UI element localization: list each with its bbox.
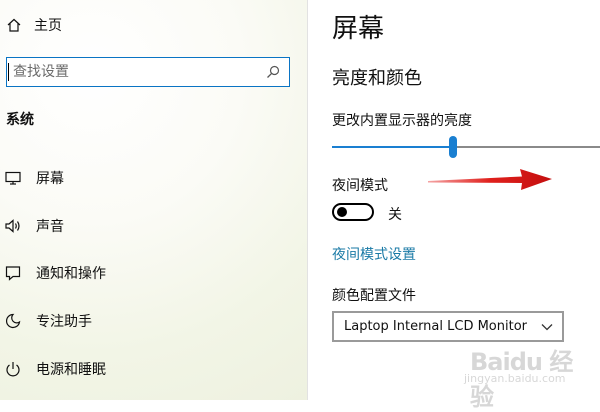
- sidebar-item-label: 通知和操作: [36, 266, 106, 282]
- brightness-slider[interactable]: [332, 136, 600, 158]
- sidebar-item-label: 专注助手: [36, 314, 92, 330]
- speaker-icon: [5, 219, 20, 233]
- sidebar-item-label: 屏幕: [36, 171, 64, 187]
- sidebar-item-display[interactable]: 屏幕: [0, 163, 300, 193]
- page-title: 屏幕: [332, 14, 385, 44]
- night-light-toggle[interactable]: [332, 203, 374, 221]
- color-profile-select[interactable]: Laptop Internal LCD Monitor: [332, 311, 564, 342]
- moon-icon: [5, 313, 21, 329]
- color-profile-value: Laptop Internal LCD Monitor: [344, 319, 528, 334]
- sidebar-item-notifications[interactable]: 通知和操作: [0, 258, 300, 288]
- notification-icon: [5, 266, 21, 281]
- settings-search-box[interactable]: [6, 57, 290, 87]
- home-label: 主页: [34, 18, 62, 34]
- color-profile-label: 颜色配置文件: [332, 288, 416, 304]
- search-input[interactable]: [7, 59, 265, 85]
- power-icon: [6, 362, 20, 377]
- monitor-icon: [5, 171, 21, 185]
- sidebar-item-label: 声音: [36, 219, 64, 235]
- sidebar-item-focus-assist[interactable]: 专注助手: [0, 306, 300, 336]
- night-light-settings-link[interactable]: 夜间模式设置: [332, 244, 416, 264]
- sidebar-item-power-sleep[interactable]: 电源和睡眠: [0, 354, 300, 384]
- red-arrow-annotation: [428, 169, 552, 190]
- home-nav-item[interactable]: 主页: [6, 14, 62, 36]
- brightness-label: 更改内置显示器的亮度: [332, 113, 472, 129]
- night-light-label: 夜间模式: [332, 178, 388, 194]
- slider-track: [453, 146, 600, 148]
- settings-sidebar: 主页 系统 屏幕 声音: [0, 0, 307, 400]
- text-caret: [8, 63, 9, 81]
- sidebar-item-sound[interactable]: 声音: [0, 211, 300, 241]
- home-icon: [7, 18, 21, 32]
- search-icon[interactable]: [265, 64, 281, 80]
- slider-thumb[interactable]: [449, 136, 457, 158]
- toggle-knob: [337, 207, 347, 217]
- sidebar-item-label: 电源和睡眠: [36, 362, 106, 378]
- slider-track-filled: [332, 146, 453, 148]
- section-title: 系统: [6, 112, 34, 128]
- night-light-state: 关: [388, 207, 402, 223]
- brightness-color-heading: 亮度和颜色: [332, 68, 422, 89]
- chevron-down-icon: [541, 323, 553, 330]
- display-settings-pane: 屏幕 亮度和颜色 更改内置显示器的亮度 夜间模式 关 夜间模式设置 颜色配置文件…: [308, 0, 600, 400]
